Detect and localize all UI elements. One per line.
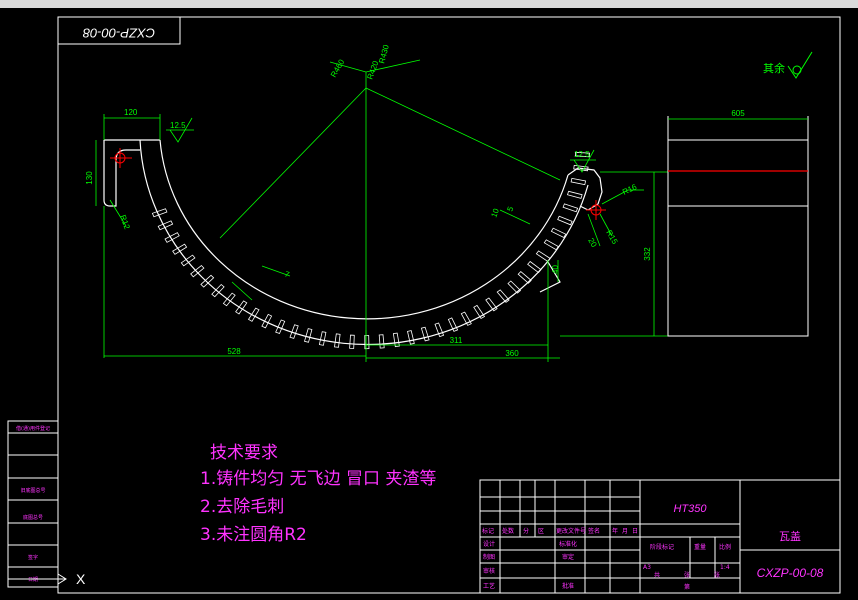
rib-cell xyxy=(562,203,579,213)
tb-count: 处数 xyxy=(502,527,514,535)
roughness-symbol-icon xyxy=(787,51,813,79)
tb-process: 工艺 xyxy=(483,582,495,590)
side-registration-table xyxy=(7,420,59,588)
tb-check: 审核 xyxy=(483,567,495,575)
rib-cell xyxy=(535,250,551,263)
rib-cell xyxy=(570,177,587,186)
dim-w360: 360 xyxy=(505,349,519,358)
rib-cell xyxy=(247,307,260,322)
dim-r460: R460 xyxy=(329,57,347,79)
tb-weight: 重量 xyxy=(694,543,706,551)
rib-cell xyxy=(566,190,583,199)
rib-cell xyxy=(485,297,498,312)
part-name: 瓦盖 xyxy=(779,529,801,543)
side-view xyxy=(667,116,809,337)
tb-stage-mark: 阶段标记 xyxy=(650,543,674,551)
side-table-labels: 借(通)用件登记 旧底图总号 底图总号 签字 日期 xyxy=(16,425,50,583)
tb-month: 月 xyxy=(622,528,628,535)
bearing-cap-profile xyxy=(103,139,603,346)
roughness-marks xyxy=(166,117,596,173)
dim-r15: R15 xyxy=(604,229,619,247)
tb-approve: 批准 xyxy=(562,582,574,590)
part-code: CXZP-00-08 xyxy=(757,566,824,580)
dim-d10: 10 xyxy=(489,207,501,219)
rib-cell xyxy=(349,334,355,349)
tb-div: 分 xyxy=(523,527,529,535)
dim-w311: 311 xyxy=(450,336,463,345)
rib-cell xyxy=(334,333,341,348)
tech-requirement-2: 2.去除毛刺 xyxy=(200,497,285,517)
cad-drawing-canvas[interactable]: CXZP-00-08 借(通)用件登记 旧底图总号 底图总号 签字 日期 X 其… xyxy=(0,0,858,600)
tb-sheet-size: A3 xyxy=(643,564,651,571)
tech-requirements-title: 技术要求 xyxy=(210,443,278,463)
rib-cell xyxy=(496,289,510,303)
rib-cell xyxy=(420,326,430,342)
dim-r430: R430 xyxy=(377,43,391,64)
tb-mark: 标记 xyxy=(482,527,494,535)
side-label-2: 底图总号 xyxy=(23,514,43,521)
rib-cell xyxy=(172,243,188,255)
tb-page2: 张 xyxy=(714,571,720,579)
tb-page: 第 xyxy=(684,583,690,591)
rib-cell xyxy=(557,215,573,226)
side-label-1: 旧底图总号 xyxy=(20,487,45,494)
tb-sheet: 张 xyxy=(684,571,690,579)
rib-cell xyxy=(460,311,472,326)
tb-zone: 区 xyxy=(538,528,544,535)
tb-year: 年 xyxy=(612,527,618,535)
ucs-x-label: X xyxy=(76,571,86,587)
rib-cell xyxy=(550,227,567,239)
tb-standard: 标准化 xyxy=(559,540,577,548)
tb-day: 日 xyxy=(632,528,638,535)
rib-cell xyxy=(543,239,559,251)
tb-drawn: 制图 xyxy=(483,553,495,561)
drawing-frame xyxy=(57,16,841,594)
dim-h40: 40 xyxy=(551,265,560,274)
rib-cell xyxy=(235,300,248,315)
dim-rough-left: 12.5 xyxy=(170,121,186,130)
dim-h332: 332 xyxy=(643,247,652,261)
tech-requirement-3: 3.未注圆角R2 xyxy=(200,525,307,545)
dim-w605: 605 xyxy=(731,109,745,118)
rib-cell xyxy=(318,331,327,346)
material: HT350 xyxy=(673,503,707,515)
rib-cell xyxy=(303,328,313,343)
tb-review: 审定 xyxy=(562,553,574,561)
side-label-3: 签字 xyxy=(28,554,38,561)
rib-cell xyxy=(200,274,215,288)
tb-sign: 签名 xyxy=(588,527,600,535)
tech-requirement-1: 1.铸件均匀 无飞边 冒口 夹渣等 xyxy=(200,469,437,489)
dim-w528: 528 xyxy=(227,347,241,356)
tb-total: 共 xyxy=(654,571,660,579)
side-label-4: 日期 xyxy=(28,577,38,583)
rib-cell xyxy=(364,335,370,350)
tb-design: 设计 xyxy=(483,540,495,548)
dimension-texts: R460 R420 R430 120 130 R12 12.5 12.5 R16… xyxy=(85,43,745,358)
rib-cell xyxy=(378,334,385,349)
side-label-0: 借(通)用件登记 xyxy=(16,425,50,432)
roughness-note: 其余 xyxy=(763,61,785,75)
tb-scale: 1:4 xyxy=(720,564,730,571)
rib-cell xyxy=(151,208,168,218)
dim-r16: R16 xyxy=(621,182,639,197)
tb-change-doc: 更改文件号 xyxy=(556,527,586,535)
rib-cell xyxy=(447,317,459,332)
dim-h130: 130 xyxy=(85,171,94,185)
dim-r12: R12 xyxy=(118,214,132,231)
upside-down-code: CXZP-00-08 xyxy=(82,26,155,41)
dim-d7: 7 xyxy=(283,269,291,279)
dim-rough-right: 12.5 xyxy=(574,150,590,159)
dim-d5: 5 xyxy=(505,205,515,213)
rib-cell xyxy=(407,330,415,345)
dim-w120: 120 xyxy=(124,108,138,117)
tb-ratio: 比例 xyxy=(719,543,731,551)
